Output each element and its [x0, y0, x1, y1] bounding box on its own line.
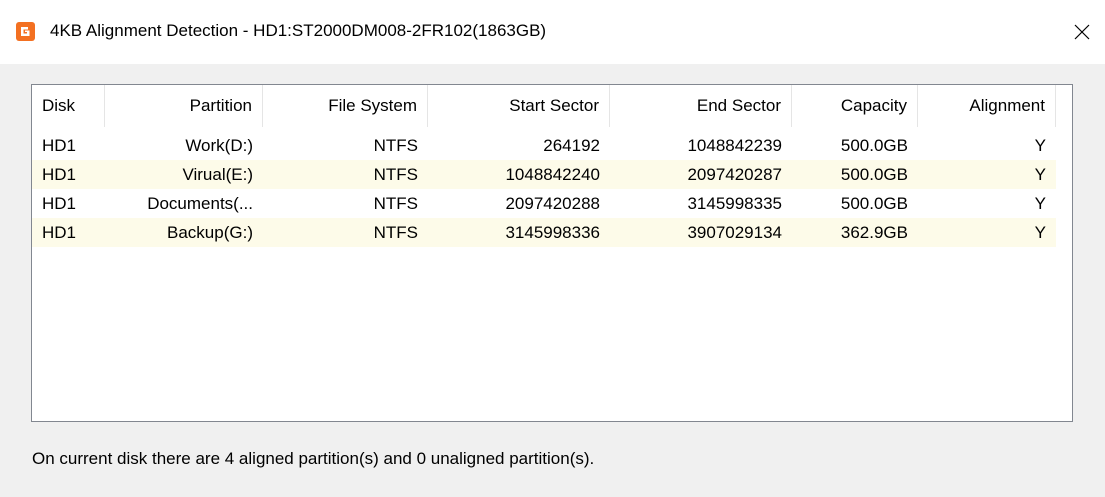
- cell-file-system: NTFS: [373, 136, 418, 155]
- column-header-end-sector[interactable]: End Sector: [610, 85, 792, 127]
- cell-capacity: 500.0GB: [840, 165, 908, 184]
- table-header: Disk Partition File System Start Sector …: [32, 85, 1072, 127]
- cell-start-sector: 3145998336: [505, 223, 600, 242]
- table-row[interactable]: HD1 Documents(... NTFS 2097420288 314599…: [32, 189, 1056, 218]
- table-row[interactable]: HD1 Work(D:) NTFS 264192 1048842239 500.…: [32, 131, 1056, 160]
- cell-partition: Work(D:): [185, 136, 253, 155]
- cell-capacity: 500.0GB: [840, 194, 908, 213]
- cell-end-sector: 2097420287: [687, 165, 782, 184]
- cell-alignment: Y: [1034, 194, 1046, 213]
- column-header-partition[interactable]: Partition: [105, 85, 263, 127]
- column-header-file-system[interactable]: File System: [263, 85, 428, 127]
- title-bar[interactable]: 4KB Alignment Detection - HD1:ST2000DM00…: [0, 0, 1105, 64]
- cell-alignment: Y: [1034, 136, 1046, 155]
- cell-partition: Documents(...: [147, 194, 253, 213]
- cell-file-system: NTFS: [373, 165, 418, 184]
- cell-capacity: 362.9GB: [840, 223, 908, 242]
- diskgenius-logo-icon: [16, 22, 35, 41]
- column-header-start-sector[interactable]: Start Sector: [428, 85, 610, 127]
- cell-end-sector: 1048842239: [687, 136, 782, 155]
- cell-disk: HD1: [42, 136, 77, 155]
- table-row[interactable]: HD1 Virual(E:) NTFS 1048842240 209742028…: [32, 160, 1056, 189]
- cell-capacity: 500.0GB: [840, 136, 908, 155]
- column-header-disk[interactable]: Disk: [32, 85, 105, 127]
- table-row[interactable]: HD1 Backup(G:) NTFS 3145998336 390702913…: [32, 218, 1056, 247]
- cell-end-sector: 3907029134: [687, 223, 782, 242]
- cell-start-sector: 1048842240: [505, 165, 600, 184]
- cell-partition: Virual(E:): [182, 165, 253, 184]
- cell-end-sector: 3145998335: [687, 194, 782, 213]
- partition-table[interactable]: Disk Partition File System Start Sector …: [31, 84, 1073, 422]
- cell-disk: HD1: [42, 165, 77, 184]
- cell-disk: HD1: [42, 223, 77, 242]
- cell-alignment: Y: [1034, 165, 1046, 184]
- cell-start-sector: 264192: [543, 136, 600, 155]
- column-header-alignment[interactable]: Alignment: [918, 85, 1056, 127]
- cell-file-system: NTFS: [373, 223, 418, 242]
- cell-file-system: NTFS: [373, 194, 418, 213]
- cell-alignment: Y: [1034, 223, 1046, 242]
- column-header-capacity[interactable]: Capacity: [792, 85, 918, 127]
- alignment-summary-text: On current disk there are 4 aligned part…: [32, 449, 595, 468]
- cell-start-sector: 2097420288: [505, 194, 600, 213]
- close-button[interactable]: [1059, 0, 1105, 64]
- window-title: 4KB Alignment Detection - HD1:ST2000DM00…: [50, 21, 547, 40]
- alignment-detection-window: 4KB Alignment Detection - HD1:ST2000DM00…: [0, 0, 1105, 497]
- cell-disk: HD1: [42, 194, 77, 213]
- cell-partition: Backup(G:): [167, 223, 253, 242]
- close-icon: [1074, 24, 1090, 40]
